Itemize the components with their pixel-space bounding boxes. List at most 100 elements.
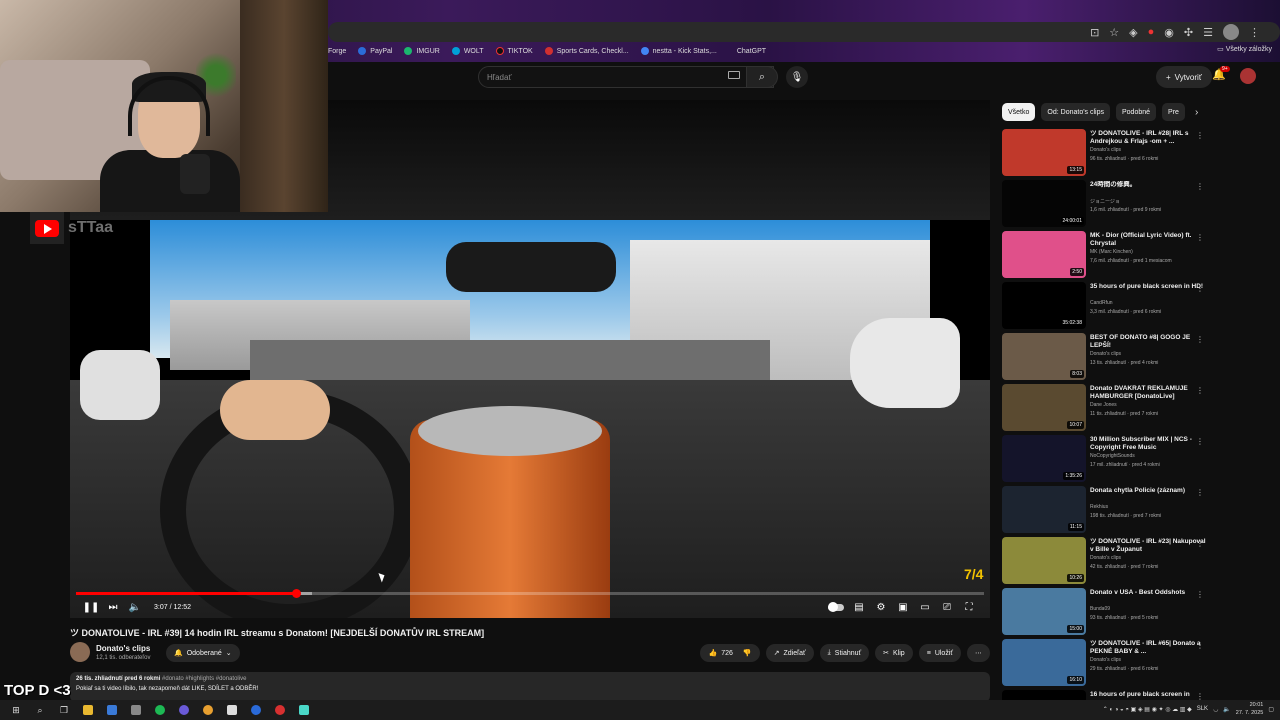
app-icon[interactable] [102, 702, 122, 718]
recommendation-title[interactable]: ツ DONATOLIVE - IRL #28| IRL s Andrejkou … [1090, 130, 1210, 146]
more-icon[interactable]: ⋮ [1196, 641, 1204, 650]
extension-icon[interactable]: ◉ [1164, 26, 1174, 39]
clip-button[interactable]: ✂ Klip [875, 644, 913, 662]
recommendation-item[interactable]: 16:10 ツ DONATOLIVE - IRL #65| Donato a PE… [1002, 639, 1272, 690]
more-icon[interactable]: ⋮ [1196, 131, 1204, 140]
recommendation-item[interactable]: 24:00:01 24時間の修興。 ジョニージョ 1,6 mil. zhliadnut… [1002, 180, 1272, 231]
thumbs-down-icon[interactable]: 👎 [743, 649, 752, 657]
progress-bar[interactable] [76, 589, 984, 598]
tray-icons[interactable]: ⌃ ◐ ◑ ◒ ◓ ▣ ◈ ▤ ◉ ✦ ◎ ☁ ▥ ◆ [1103, 706, 1192, 713]
bookmark[interactable]: TIKTOK [495, 47, 533, 55]
more-icon[interactable]: ⋮ [1196, 335, 1204, 344]
recommendation-title[interactable]: MK - Dior (Official Lyric Video) ft. Chr… [1090, 232, 1210, 248]
recommendation-title[interactable]: 30 Million Subscriber MIX | NCS - Copyri… [1090, 436, 1210, 452]
chip-all[interactable]: Všetko [1002, 103, 1036, 121]
subtitles-icon[interactable]: ▤ [848, 597, 870, 617]
recommendation-title[interactable]: Donata chytla Policie (záznam) [1090, 487, 1210, 495]
app-icon[interactable] [174, 702, 194, 718]
more-icon[interactable]: ⋮ [1196, 437, 1204, 446]
menu-icon[interactable]: ☰ [1203, 26, 1213, 39]
chip-related[interactable]: Podobné [1116, 103, 1157, 121]
recommendation-item[interactable]: 1:35:26 30 Million Subscriber MIX | NCS -… [1002, 435, 1272, 486]
chip-for-you[interactable]: Pre [1162, 103, 1185, 121]
pause-icon[interactable]: ❚❚ [80, 597, 102, 617]
bookmark[interactable]: WOLT [451, 47, 484, 55]
more-icon[interactable]: ⋮ [1196, 539, 1204, 548]
more-icon[interactable]: ⋮ [1196, 590, 1204, 599]
recommendation-channel[interactable]: Bunda09 [1090, 606, 1110, 612]
bookmark[interactable]: PayPal [358, 47, 392, 55]
app-icon[interactable] [246, 702, 266, 718]
recommendation-channel[interactable]: Dane Jones [1090, 402, 1117, 408]
windows-start-icon[interactable]: ⊞ [6, 702, 26, 718]
hashtags[interactable]: #donato #highlights #donatolive [162, 676, 246, 682]
recommendation-title[interactable]: BEST OF DONATO #8| GOGO JE LEPŠÍ! [1090, 334, 1210, 350]
video-thumbnail[interactable]: 1:35:26 [1002, 435, 1086, 482]
video-thumbnail[interactable]: 24:00:01 [1002, 180, 1086, 227]
search-button[interactable]: ⌕ [746, 66, 778, 88]
description-box[interactable]: 26 tis. zhliadnutí pred 6 rokmi #donato … [70, 672, 990, 702]
volume-icon[interactable]: 🔈 [124, 597, 146, 617]
recommendation-item[interactable]: 11:15 Donata chytla Policie (záznam) Rekhi… [1002, 486, 1272, 537]
recommendation-title[interactable]: Donato v USA - Best Oddshots [1090, 589, 1210, 597]
voice-search-button[interactable]: 🎙 [786, 66, 808, 88]
puzzle-icon[interactable]: ✣ [1184, 26, 1193, 39]
download-button[interactable]: ⤓ Stiahnuť [819, 644, 870, 662]
recommendation-channel[interactable]: ジョニージョ [1090, 198, 1120, 205]
more-icon[interactable]: ⋮ [1249, 26, 1260, 39]
all-bookmarks[interactable]: ▭ Všetky záložky [1217, 45, 1272, 53]
keyboard-icon[interactable] [728, 71, 740, 79]
recommendation-channel[interactable]: CandRfun [1090, 300, 1113, 306]
app-icon[interactable] [126, 702, 146, 718]
app-icon[interactable] [222, 702, 242, 718]
recommendation-item[interactable]: 13:15 ツ DONATOLIVE - IRL #28| IRL s Andre… [1002, 129, 1272, 180]
account-avatar[interactable] [1240, 68, 1256, 84]
video-thumbnail[interactable]: 35:02:38 [1002, 282, 1086, 329]
more-icon[interactable]: ⋮ [1196, 233, 1204, 242]
profile-avatar[interactable] [1223, 24, 1239, 40]
recommendation-item[interactable]: 2:50 MK - Dior (Official Lyric Video) ft.… [1002, 231, 1272, 282]
recommendation-channel[interactable]: Donato's clips [1090, 351, 1121, 357]
channel-avatar[interactable] [70, 642, 90, 662]
recommendation-title[interactable]: 16 hours of pure black screen in [1090, 691, 1210, 699]
app-icon[interactable] [294, 702, 314, 718]
recommendation-channel[interactable]: Rekhius [1090, 504, 1108, 510]
video-thumbnail[interactable]: 13:15 [1002, 129, 1086, 176]
channel-name[interactable]: Donato's clips [96, 644, 150, 653]
fullscreen-icon[interactable]: ⛶ [958, 597, 980, 617]
language-indicator[interactable]: SLK [1197, 706, 1208, 712]
star-icon[interactable]: ☆ [1109, 26, 1119, 39]
recommendation-item[interactable]: 35:02:38 35 hours of pure black screen in… [1002, 282, 1272, 333]
video-thumbnail[interactable]: 15:00 [1002, 588, 1086, 635]
chip-from-channel[interactable]: Od: Donato's clips [1041, 103, 1110, 121]
more-icon[interactable]: ⋮ [1196, 488, 1204, 497]
recommendation-channel[interactable]: NoCopyrightSounds [1090, 453, 1135, 459]
wifi-icon[interactable]: ◡ [1213, 706, 1218, 713]
extension-icon[interactable]: ● [1148, 26, 1155, 38]
cast-icon[interactable]: ⎚ [936, 597, 958, 617]
recommendation-channel[interactable]: MK (Marc Kinchen) [1090, 249, 1133, 255]
file-explorer-icon[interactable] [78, 702, 98, 718]
more-icon[interactable]: ⋮ [1196, 386, 1204, 395]
save-button[interactable]: ≡ Uložiť [918, 644, 961, 662]
extension-icon[interactable]: ◈ [1129, 26, 1137, 39]
recommendation-item[interactable]: 8:03 BEST OF DONATO #8| GOGO JE LEPŠÍ! Don… [1002, 333, 1272, 384]
recommendation-title[interactable]: ツ DONATOLIVE - IRL #65| Donato a PEKNÉ B… [1090, 640, 1210, 656]
clock[interactable]: 20:01 27. 7. 2025 [1236, 701, 1264, 717]
bookmark[interactable]: Sports Cards, Checkl... [544, 47, 629, 55]
volume-icon[interactable]: 🔈 [1223, 706, 1230, 713]
bookmark[interactable]: nestta - Kick Stats,... [640, 47, 717, 55]
recommendation-title[interactable]: 35 hours of pure black screen in HD! [1090, 283, 1210, 291]
video-thumbnail[interactable]: 10:26 [1002, 537, 1086, 584]
spotify-icon[interactable] [150, 702, 170, 718]
share-button[interactable]: ↗ Zdieľať [765, 644, 814, 662]
like-button[interactable]: 👍 726 👎 [700, 644, 760, 662]
app-icon[interactable] [270, 702, 290, 718]
video-thumbnail[interactable]: 2:50 [1002, 231, 1086, 278]
autoplay-toggle[interactable] [828, 601, 844, 612]
recommendation-item[interactable]: 10:26 ツ DONATOLIVE - IRL #23| Nakupoval v… [1002, 537, 1272, 588]
create-button[interactable]: + Vytvoriť [1156, 66, 1212, 88]
chevron-right-icon[interactable]: › [1195, 107, 1198, 118]
more-button[interactable]: ⋯ [967, 644, 990, 662]
subscribed-button[interactable]: 🔔 Odoberané ⌄ [166, 644, 240, 662]
